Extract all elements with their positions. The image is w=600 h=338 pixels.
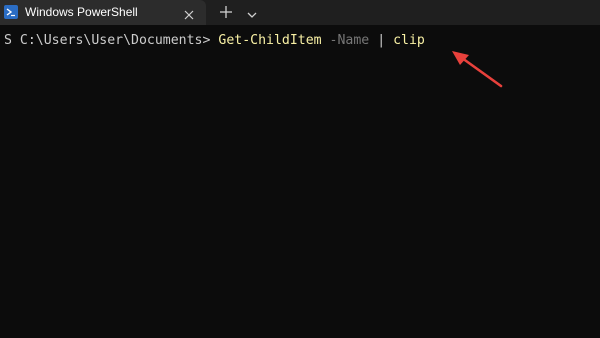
- command-space: [322, 33, 330, 48]
- plus-icon[interactable]: [218, 4, 234, 20]
- title-bar: Windows PowerShell: [0, 0, 600, 25]
- tab-title: Windows PowerShell: [25, 5, 138, 19]
- command-line: S C:\Users\User\Documents> Get-ChildItem…: [4, 33, 425, 49]
- parameter-name: -Name: [329, 33, 370, 48]
- tab-windows-powershell[interactable]: Windows PowerShell: [0, 0, 206, 25]
- pipe-target-command: clip: [393, 33, 425, 48]
- close-icon[interactable]: [183, 6, 195, 20]
- annotation-arrow-icon: [452, 51, 503, 88]
- powershell-icon: [4, 5, 18, 19]
- cmdlet-name: Get-ChildItem: [218, 33, 322, 48]
- chevron-down-icon[interactable]: [245, 6, 259, 18]
- prompt-path: S C:\Users\User\Documents>: [4, 33, 219, 48]
- pipe-operator: |: [369, 33, 394, 48]
- powershell-window: Windows PowerShell S C:\Users\User\Docum…: [0, 0, 600, 338]
